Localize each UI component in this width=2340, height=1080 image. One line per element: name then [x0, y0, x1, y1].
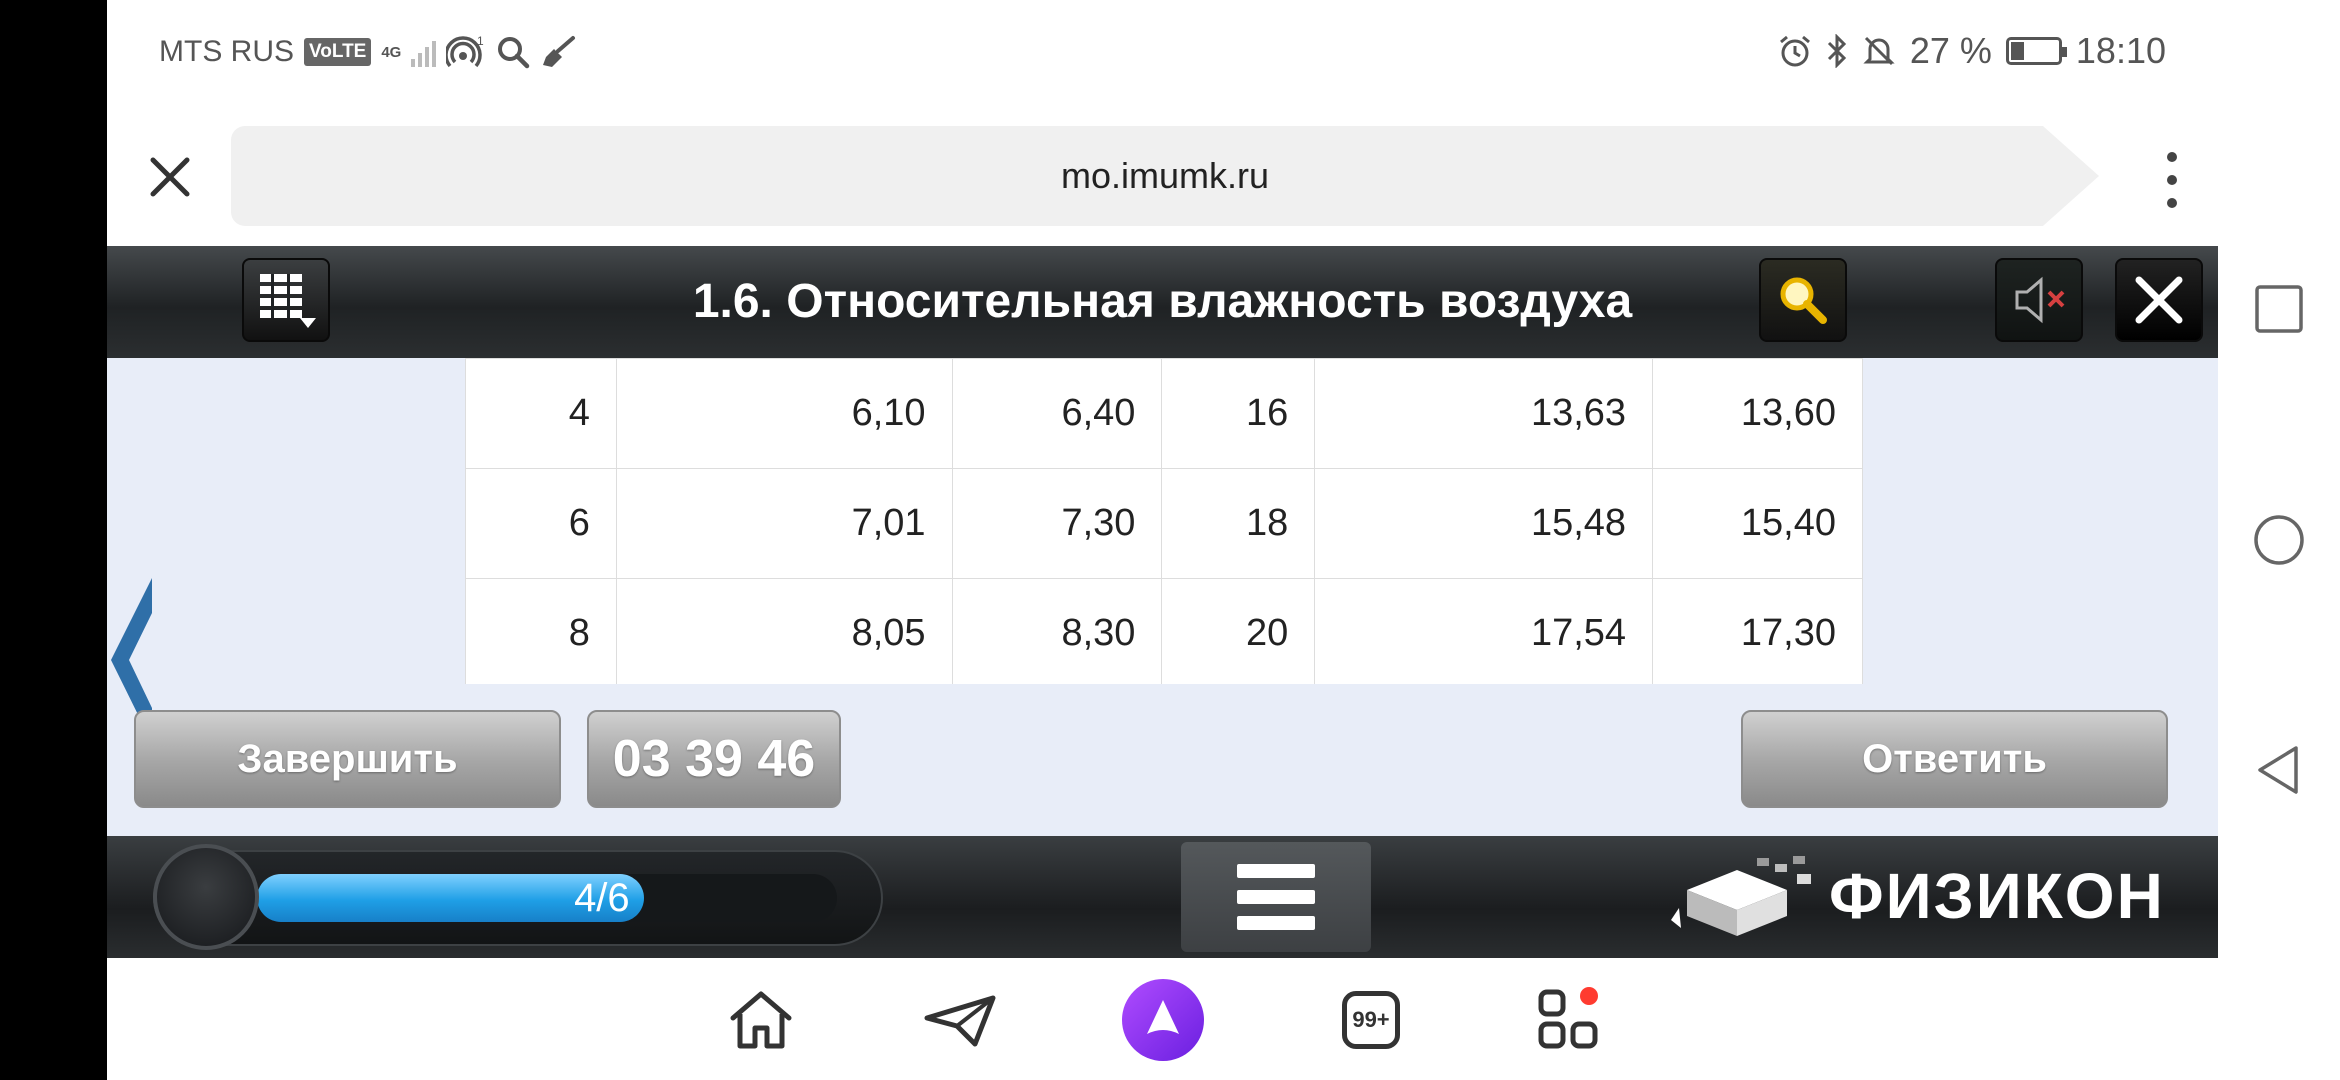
- phone-screen: MTS RUS VoLTE 4G 1 27 % 18:10 mo.imumk.r…: [107, 0, 2218, 1080]
- volte-badge: VoLTE: [304, 38, 372, 66]
- progress-knob: [153, 844, 259, 950]
- tabs-count-icon: 99+: [1342, 991, 1400, 1049]
- hotspot-icon: 1: [446, 34, 484, 68]
- table-cell: 6,10: [615, 358, 953, 469]
- table-cell: 8,05: [615, 578, 953, 684]
- table-cell: 13,60: [1652, 358, 1863, 469]
- speaker-muted-icon: [2015, 276, 2065, 324]
- cube-logo-icon: [1671, 856, 1811, 936]
- contents-button[interactable]: [242, 258, 330, 342]
- table-cell: 15,40: [1652, 468, 1863, 579]
- magnifier-icon: [1780, 277, 1827, 324]
- table-cell: 6: [465, 468, 617, 579]
- status-bar: MTS RUS VoLTE 4G 1 27 % 18:10: [107, 0, 2218, 110]
- table-cell: 17,54: [1314, 578, 1654, 684]
- search-icon: [498, 37, 530, 69]
- app-header: 1.6. Относительная влажность воздуха: [107, 246, 2218, 358]
- network-type: 4G: [381, 43, 402, 61]
- table-cell: 8: [465, 578, 617, 684]
- app-footer: 4/6 ФИЗИКОН: [107, 836, 2218, 958]
- battery-percent: 27 %: [1909, 30, 1992, 71]
- progress-label: 4/6: [574, 876, 630, 920]
- table-row: 6 7,01 7,30 18 15,48 15,40: [465, 468, 1863, 579]
- table-cell: 18: [1161, 468, 1316, 579]
- close-icon[interactable]: [145, 152, 195, 202]
- alice-icon: [1122, 979, 1204, 1061]
- browser-bar: mo.imumk.ru: [107, 110, 2218, 246]
- table-row: 8 8,05 8,30 20 17,54 17,30: [465, 578, 1863, 684]
- table-cell: 15,48: [1314, 468, 1654, 579]
- back-nav-icon[interactable]: [2252, 743, 2306, 797]
- battery-icon: [2005, 37, 2067, 65]
- table-cell: 16: [1161, 358, 1316, 469]
- close-icon: [2135, 276, 2183, 324]
- svg-text:1: 1: [477, 34, 484, 48]
- table-cell: 7,01: [615, 468, 953, 579]
- app-close-button[interactable]: [2115, 258, 2203, 342]
- bell-off-icon: [1863, 36, 1895, 66]
- page-title: 1.6. Относительная влажность воздуха: [692, 275, 1633, 328]
- signal-icon: [411, 37, 437, 67]
- task-content: 4 6,10 6,40 16 13,63 13,60 6 7,01 7,30 18 15,48 15,…: [107, 358, 2218, 836]
- carrier-name: MTS RUS: [159, 35, 294, 68]
- home-icon: [730, 991, 792, 1049]
- share-button[interactable]: [919, 978, 1003, 1062]
- table-cell: 4: [465, 358, 617, 469]
- table-cell: 20: [1161, 578, 1316, 684]
- alarm-icon: [1779, 35, 1810, 67]
- url-text: mo.imumk.ru: [1060, 155, 1270, 196]
- home-nav-icon[interactable]: [2252, 513, 2306, 567]
- apps-grid-icon: [1538, 987, 1598, 1049]
- hamburger-menu-button[interactable]: [1181, 842, 1371, 952]
- url-bar[interactable]: mo.imumk.ru: [231, 126, 2099, 226]
- timer: 03 39 46: [587, 710, 841, 808]
- clock: 18:10: [2075, 30, 2166, 71]
- bottom-toolbar: 99+: [107, 958, 2218, 1080]
- table-row: 4 6,10 6,40 16 13,63 13,60: [465, 358, 1863, 469]
- data-table: 4 6,10 6,40 16 13,63 13,60 6 7,01 7,30 18 15,48 15,…: [465, 358, 1863, 684]
- status-left: MTS RUS VoLTE 4G 1: [159, 34, 576, 70]
- sound-toggle-button[interactable]: [1995, 258, 2083, 342]
- table-cell: 6,40: [951, 358, 1163, 469]
- services-button[interactable]: [1527, 978, 1611, 1062]
- status-right: 27 % 18:10: [1778, 30, 2166, 72]
- logo-text: ФИЗИКОН: [1829, 860, 2165, 932]
- alice-assistant-button[interactable]: [1121, 978, 1205, 1062]
- broom-icon: [543, 36, 576, 67]
- table-cell: 8,30: [951, 578, 1163, 684]
- table-cell: 7,30: [951, 468, 1163, 579]
- table-cell: 17,30: [1652, 578, 1863, 684]
- recent-apps-icon[interactable]: [2252, 282, 2306, 336]
- answer-button[interactable]: Ответить: [1741, 710, 2168, 808]
- more-menu-icon[interactable]: [2162, 152, 2182, 208]
- bluetooth-icon: [1827, 34, 1846, 68]
- home-button[interactable]: [719, 978, 803, 1062]
- humidity-table: 4 6,10 6,40 16 13,63 13,60 6 7,01 7,30 18 15,48 15,…: [465, 358, 1863, 684]
- finish-button[interactable]: Завершить: [134, 710, 561, 808]
- table-cell: 13,63: [1314, 358, 1654, 469]
- physicon-logo: ФИЗИКОН: [1667, 846, 2165, 946]
- android-navigation-bar: [2218, 0, 2340, 1080]
- search-button[interactable]: [1759, 258, 1847, 342]
- table-of-contents-icon: [260, 274, 316, 328]
- tabs-button[interactable]: 99+: [1329, 978, 1413, 1062]
- paper-plane-icon: [924, 995, 996, 1047]
